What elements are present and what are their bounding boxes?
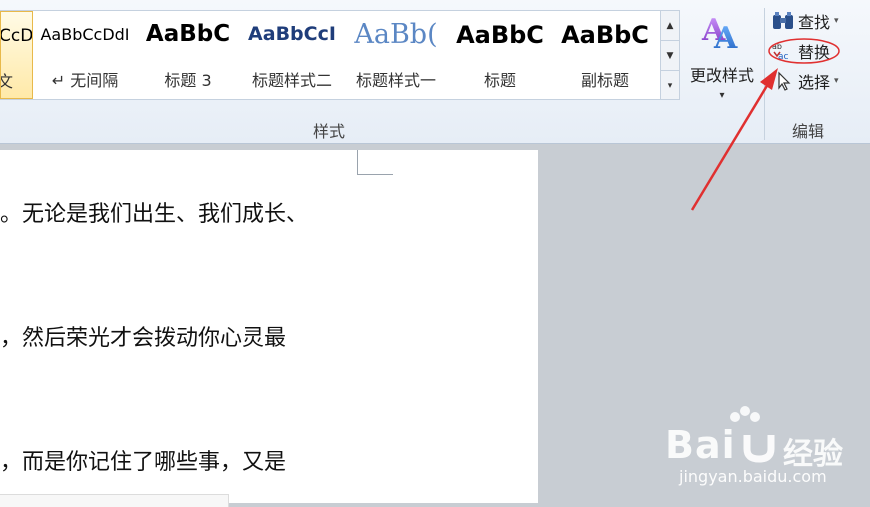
watermark-brand: Bai [665,423,736,467]
styles-gallery: CcDdI 文 AaBbCcDdI ↵ 无间隔 AaBbC 标题 3 AaBbC… [0,10,661,100]
style-name: 标题 3 [164,71,212,90]
change-styles-icon: A A [700,10,744,56]
ribbon: CcDdI 文 AaBbCcDdI ↵ 无间隔 AaBbC 标题 3 AaBbC… [0,0,870,144]
style-tile-no-spacing[interactable]: AaBbCcDdI ↵ 无间隔 [36,11,134,99]
binoculars-icon [772,11,794,31]
watermark-url: jingyan.baidu.com [679,467,827,486]
gallery-scroller: ▲ ▼ ▾ [660,10,680,100]
style-name: 标题 [483,71,516,90]
style-sample: AaBbCcI [248,23,336,45]
baidu-watermark: Bai 经验 jingyan.baidu.com [665,405,865,500]
crop-mark [357,150,358,174]
document-text-line: ，然后荣光才会拨动你心灵最 [0,326,287,351]
style-name: 副标题 [580,71,629,90]
popup-edge [0,494,229,507]
find-button[interactable]: 查找 ▾ [772,9,839,33]
chevron-down-icon: ▾ [719,90,725,101]
chevron-down-icon: ▾ [834,76,839,86]
editing-group-label: 编辑 [792,122,825,141]
document-text-line: 。无论是我们出生、我们成长、 [0,202,309,227]
cursor-icon [772,71,794,91]
style-sample: AaBb( [354,19,438,50]
document-page[interactable]: 。无论是我们出生、我们成长、 ，然后荣光才会拨动你心灵最 ，而是你记住了哪些事，… [0,150,538,503]
change-styles-label: 更改样式 [689,66,754,85]
replace-highlight-circle [768,38,840,64]
change-styles-button[interactable]: A A 更改样式 ▾ [683,10,761,105]
style-name: 标题样式二 [251,71,332,90]
style-name: 标题样式一 [355,71,436,90]
select-button[interactable]: 选择 ▾ [772,69,839,93]
style-sample: AaBbCcDdI [40,25,130,44]
style-name: 文 [1,68,32,92]
gallery-scroll-up-button[interactable]: ▲ [661,11,679,41]
document-text-line: ，而是你记住了哪些事，又是 [0,450,287,475]
group-separator [764,8,765,140]
gallery-more-button[interactable]: ▾ [661,71,679,100]
style-sample: AaBbC [561,21,649,49]
select-label: 选择 [798,73,831,92]
style-tile-heading-style-1[interactable]: AaBb( 标题样式一 [348,11,444,99]
style-tile-text[interactable]: CcDdI 文 [0,11,33,99]
styles-group-label: 样式 [313,122,346,141]
style-sample: AaBbC [456,21,544,49]
gallery-scroll-down-button[interactable]: ▼ [661,41,679,71]
paw-icon [743,435,775,463]
find-label: 查找 [798,13,831,32]
crop-mark [357,174,393,175]
style-tile-heading-style-2[interactable]: AaBbCcI 标题样式二 [244,11,340,99]
style-tile-subtitle[interactable]: AaBbC 副标题 [556,11,654,99]
chevron-down-icon: ▾ [834,16,839,26]
style-name: ↵ 无间隔 [51,71,119,90]
style-sample: CcDdI [0,26,32,46]
style-tile-title[interactable]: AaBbC 标题 [452,11,548,99]
style-sample: AaBbC [145,21,231,47]
svg-text:A: A [713,21,738,54]
style-tile-heading-3[interactable]: AaBbC 标题 3 [140,11,236,99]
